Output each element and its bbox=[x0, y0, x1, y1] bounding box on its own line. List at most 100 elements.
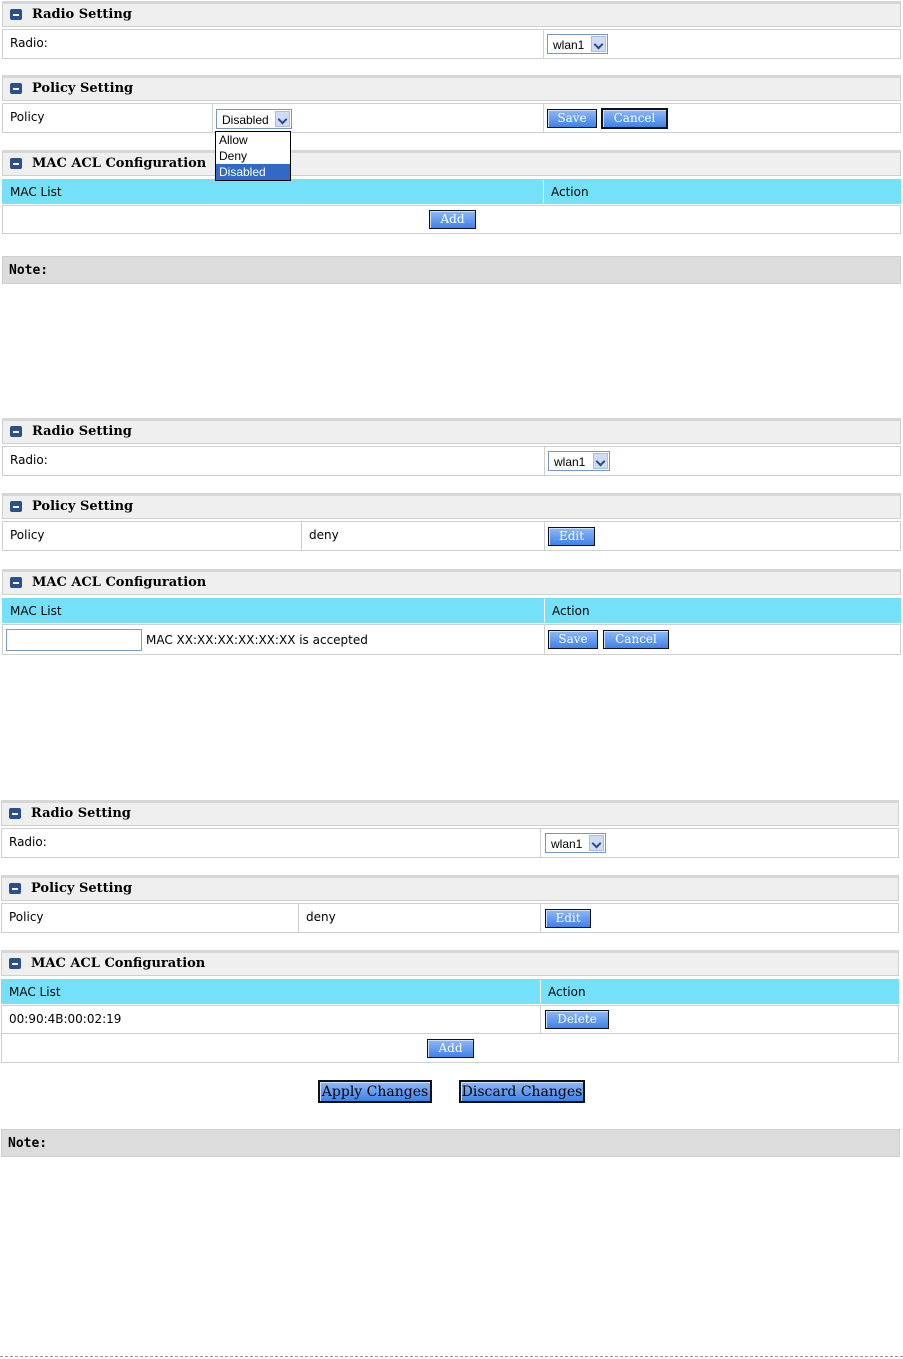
mac-input-row: MAC XX:XX:XX:XX:XX:XX is accepted Save C… bbox=[2, 624, 901, 655]
action-column-cell: Action bbox=[543, 180, 900, 203]
radio-cell: wlan1 bbox=[544, 447, 900, 475]
screen3-radio-panel: Radio Setting Radio: wlan1 bbox=[1, 800, 899, 858]
save-button[interactable]: Save bbox=[548, 630, 598, 649]
mac-list-column-header: MAC List bbox=[10, 604, 62, 618]
policy-dropdown-list: Allow Deny Disabled bbox=[215, 131, 291, 181]
chevron-down-icon[interactable] bbox=[589, 835, 604, 851]
radio-select[interactable]: wlan1 bbox=[548, 451, 610, 471]
chevron-down-icon[interactable] bbox=[593, 453, 608, 469]
radio-label: Radio: bbox=[10, 36, 48, 50]
mac-table-header-row: MAC List Action bbox=[2, 179, 901, 204]
mac-address: 00:90:4B:00:02:19 bbox=[9, 1012, 122, 1026]
policy-action-cell: Edit bbox=[544, 522, 900, 550]
collapse-icon[interactable] bbox=[9, 808, 21, 819]
section-title: Policy Setting bbox=[32, 499, 134, 514]
radio-select-value: wlan1 bbox=[554, 455, 586, 469]
section-title: Radio Setting bbox=[31, 806, 131, 821]
section-title: Policy Setting bbox=[31, 881, 133, 896]
note-bar: Note: bbox=[1, 1129, 900, 1157]
collapse-icon[interactable] bbox=[9, 958, 21, 969]
radio-setting-header: Radio Setting bbox=[2, 418, 901, 444]
screen3-policy-panel: Policy Setting Policy deny Edit bbox=[1, 875, 899, 933]
section-title: Radio Setting bbox=[32, 424, 132, 439]
cancel-button[interactable]: Cancel bbox=[601, 108, 668, 129]
policy-label: Policy bbox=[9, 910, 44, 924]
collapse-icon[interactable] bbox=[10, 426, 22, 437]
page-divider bbox=[0, 1356, 903, 1357]
apply-changes-button[interactable]: Apply Changes bbox=[318, 1080, 432, 1103]
save-button[interactable]: Save bbox=[547, 109, 597, 128]
policy-action-cell: Edit bbox=[540, 904, 898, 932]
radio-row: Radio: wlan1 bbox=[2, 446, 901, 476]
mac-list-column-header: MAC List bbox=[9, 985, 61, 999]
cancel-button[interactable]: Cancel bbox=[603, 630, 669, 649]
chevron-down-icon[interactable] bbox=[591, 36, 606, 52]
delete-button[interactable]: Delete bbox=[545, 1010, 609, 1029]
add-button[interactable]: Add bbox=[429, 210, 476, 229]
screen2-radio-panel: Radio Setting Radio: wlan1 bbox=[2, 418, 901, 476]
radio-select-value: wlan1 bbox=[551, 837, 583, 851]
collapse-icon[interactable] bbox=[10, 158, 22, 169]
screen3-mac-acl-panel: MAC ACL Configuration MAC List Action 00… bbox=[1, 950, 899, 1063]
mac-format-hint: MAC XX:XX:XX:XX:XX:XX is accepted bbox=[146, 633, 368, 647]
policy-label: Policy bbox=[10, 528, 45, 542]
add-row: Add bbox=[1, 1033, 899, 1063]
action-column-cell: Action bbox=[544, 599, 900, 622]
collapse-icon[interactable] bbox=[10, 577, 22, 588]
policy-setting-header: Policy Setting bbox=[2, 493, 901, 519]
chevron-down-icon[interactable] bbox=[275, 111, 290, 127]
collapse-icon[interactable] bbox=[10, 501, 22, 512]
policy-row: Policy deny Edit bbox=[2, 521, 901, 551]
screen1-mac-acl-panel: MAC ACL Configuration MAC List Action Ad… bbox=[2, 150, 901, 234]
note-bar: Note: bbox=[2, 256, 901, 284]
policy-option-deny[interactable]: Deny bbox=[216, 148, 290, 164]
mac-action-cell: Delete bbox=[540, 1006, 898, 1033]
section-title: MAC ACL Configuration bbox=[32, 156, 207, 171]
collapse-icon[interactable] bbox=[10, 83, 22, 94]
screen2-mac-acl-panel: MAC ACL Configuration MAC List Action MA… bbox=[2, 569, 901, 655]
mac-address-input[interactable] bbox=[6, 629, 142, 651]
radio-setting-header: Radio Setting bbox=[2, 1, 901, 27]
radio-row: Radio: wlan1 bbox=[2, 29, 901, 59]
note-label: Note: bbox=[8, 1136, 48, 1151]
section-title: MAC ACL Configuration bbox=[31, 956, 206, 971]
action-column-header: Action bbox=[552, 604, 590, 618]
radio-select-value: wlan1 bbox=[553, 38, 585, 52]
add-button[interactable]: Add bbox=[427, 1039, 474, 1058]
mac-action-cell: Save Cancel bbox=[544, 625, 900, 654]
radio-select[interactable]: wlan1 bbox=[545, 833, 606, 853]
mac-table-header-row: MAC List Action bbox=[2, 598, 901, 623]
policy-select[interactable]: Disabled bbox=[216, 109, 292, 129]
policy-setting-header: Policy Setting bbox=[1, 875, 899, 901]
policy-value: deny bbox=[309, 528, 339, 542]
policy-option-allow[interactable]: Allow bbox=[216, 132, 290, 148]
section-title: Policy Setting bbox=[32, 81, 134, 96]
policy-option-disabled[interactable]: Disabled bbox=[216, 164, 290, 180]
radio-label: Radio: bbox=[10, 453, 48, 467]
screen1-policy-panel: Policy Setting Policy Disabled Save Canc… bbox=[2, 75, 901, 133]
policy-select-cell: Disabled bbox=[212, 104, 543, 132]
radio-label: Radio: bbox=[9, 835, 47, 849]
add-row: Add bbox=[2, 205, 901, 234]
mac-list-column-header: MAC List bbox=[10, 185, 62, 199]
radio-setting-header: Radio Setting bbox=[1, 800, 899, 826]
radio-cell: wlan1 bbox=[540, 829, 898, 857]
mac-acl-header: MAC ACL Configuration bbox=[2, 150, 901, 176]
policy-select-value: Disabled bbox=[222, 113, 269, 127]
collapse-icon[interactable] bbox=[9, 883, 21, 894]
screen1-radio-panel: Radio Setting Radio: wlan1 bbox=[2, 1, 901, 59]
discard-changes-button[interactable]: Discard Changes bbox=[459, 1080, 585, 1103]
action-column-header: Action bbox=[551, 185, 589, 199]
action-column-header: Action bbox=[548, 985, 586, 999]
policy-value-cell: deny bbox=[298, 904, 540, 932]
edit-button[interactable]: Edit bbox=[545, 909, 591, 928]
collapse-icon[interactable] bbox=[10, 9, 22, 20]
action-column-cell: Action bbox=[540, 980, 898, 1003]
radio-select[interactable]: wlan1 bbox=[547, 34, 608, 54]
section-title: MAC ACL Configuration bbox=[32, 575, 207, 590]
radio-row: Radio: wlan1 bbox=[1, 828, 899, 858]
radio-cell: wlan1 bbox=[543, 30, 900, 58]
mac-acl-header: MAC ACL Configuration bbox=[2, 569, 901, 595]
policy-action-cell: Save Cancel bbox=[543, 104, 900, 132]
edit-button[interactable]: Edit bbox=[548, 527, 595, 546]
